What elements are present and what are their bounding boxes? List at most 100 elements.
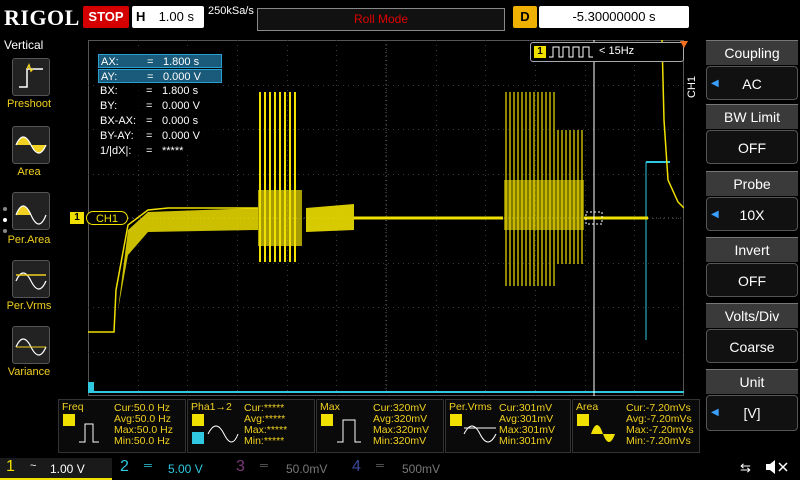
cursor-readout: AX: = 1.800 s AY: = 0.000 V BX: = 1.800 s BY: = 0.0… xyxy=(96,50,222,157)
invert-title: Invert xyxy=(706,237,798,262)
ch4-status[interactable]: 4 ═ 500mV xyxy=(346,458,458,478)
measure-min: Min:50.0 Hz xyxy=(114,435,171,447)
cursor-eq: = xyxy=(146,130,153,142)
cursor-eq: = xyxy=(146,100,153,112)
ch3-number: 3 xyxy=(236,458,245,475)
measure-title: Per.Vrms xyxy=(449,401,492,413)
channel-status-bar: 1 ~ 1.00 V 2 ═ 5.00 V 3 ═ 50.0mV 4 ═ 500… xyxy=(0,455,800,480)
probe-button[interactable]: ◀ 10X xyxy=(706,197,798,231)
cursor-key: AY: xyxy=(101,71,118,83)
delay-label[interactable]: D xyxy=(513,6,537,28)
area-button[interactable] xyxy=(12,126,50,164)
per-vrms-icon xyxy=(15,272,47,290)
ch2-status[interactable]: 2 ═ 5.00 V xyxy=(114,458,226,478)
cursor-key: AX: xyxy=(101,56,119,68)
cursor-value: 0.000 s xyxy=(162,115,199,127)
bw-limit-title: BW Limit xyxy=(706,104,798,129)
area-icon xyxy=(15,136,47,154)
rotate-arrow-icon: ◀ xyxy=(711,78,719,89)
run-stop-button[interactable]: STOP xyxy=(83,6,129,28)
measure-max[interactable]: Max Cur:320mV Avg:320mV Max:320mV Min:32… xyxy=(316,399,444,453)
cursor-key: BX: xyxy=(100,85,118,97)
dc-coupling-icon: ═ xyxy=(144,460,152,472)
per-vrms-measure-icon xyxy=(450,414,497,443)
area-label: Area xyxy=(17,166,41,178)
preshoot-label: Preshoot xyxy=(6,98,52,110)
measure-freq[interactable]: Freq Cur:50.0 Hz Avg:50.0 Hz Max:50.0 Hz… xyxy=(58,399,186,453)
ch4-scale: 500mV xyxy=(402,462,441,476)
pulse-trigger-icon xyxy=(549,46,593,58)
ch2-number: 2 xyxy=(120,458,129,475)
measure-menu: Vertical Preshoot Area Per.Area Per.Vrms… xyxy=(0,38,58,398)
variance-button[interactable] xyxy=(12,326,50,364)
cursor-value: 0.000 V xyxy=(163,71,201,83)
phase-icon xyxy=(192,414,239,444)
ch1-status[interactable]: 1 ~ 1.00 V xyxy=(0,458,112,480)
cursor-value: 0.000 V xyxy=(162,100,200,112)
per-area-button[interactable] xyxy=(12,192,50,230)
ch4-number: 4 xyxy=(352,458,361,475)
brand-logo: RIGOL xyxy=(4,5,80,30)
active-channel-label: CH1 xyxy=(686,75,698,98)
usb-icon: ⇆ xyxy=(740,460,751,475)
measure-per-vrms[interactable]: Per.Vrms Cur:301mV Avg:301mV Max:301mV M… xyxy=(445,399,571,453)
ac-coupling-icon: ~ xyxy=(30,460,37,472)
cursor-eq: = xyxy=(146,145,153,157)
cursor-row: AX: = 1.800 s xyxy=(98,54,222,68)
invert-button[interactable]: OFF xyxy=(706,263,798,297)
dc-coupling-icon: ═ xyxy=(376,460,384,472)
sample-rate: 250kSa/s xyxy=(208,5,254,17)
trigger-condition: < 15Hz xyxy=(599,45,635,57)
delay-value[interactable]: -5.30000000 s xyxy=(539,6,689,28)
coupling-button[interactable]: ◀ AC xyxy=(706,66,798,100)
bw-limit-button[interactable]: OFF xyxy=(706,130,798,164)
ch1-offset-marker[interactable]: 1 CH1 xyxy=(70,211,130,225)
variance-label: Variance xyxy=(7,366,51,378)
measure-area[interactable]: Area Cur:-7.20mVs Avg:-7.20mVs Max:-7.20… xyxy=(572,399,700,453)
timebase-indicator[interactable]: H 1.00 s xyxy=(132,6,204,28)
ch1-scale: 1.00 V xyxy=(50,462,85,476)
rotate-arrow-icon: ◀ xyxy=(711,209,719,220)
trigger-info[interactable]: 1 < 15Hz xyxy=(530,42,684,62)
cursor-key: BY: xyxy=(100,100,118,112)
acquisition-mode: Roll Mode xyxy=(257,8,505,31)
cursor-row: AY: = 0.000 V xyxy=(98,69,222,83)
probe-value: 10X xyxy=(739,207,765,223)
cursor-value: 0.000 V xyxy=(162,130,200,142)
ch3-scale: 50.0mV xyxy=(286,462,328,476)
freq-square-icon xyxy=(63,414,99,443)
cursor-row: BY: = 0.000 V xyxy=(98,99,222,113)
volts-div-value: Coarse xyxy=(729,339,775,355)
trigger-position-marker xyxy=(680,36,688,48)
ch2-scale: 5.00 V xyxy=(168,462,203,476)
preshoot-icon xyxy=(19,63,43,88)
per-area-icon xyxy=(15,205,47,225)
ch3-status[interactable]: 3 ═ 50.0mV xyxy=(230,458,342,478)
measure-menu-title: Vertical xyxy=(4,38,44,52)
trigger-source: 1 xyxy=(534,46,546,58)
preshoot-button[interactable] xyxy=(12,58,50,96)
coupling-value: AC xyxy=(742,76,762,92)
per-vrms-label: Per.Vrms xyxy=(6,300,52,312)
measure-title: Area xyxy=(576,401,599,413)
cursor-row: BX: = 1.800 s xyxy=(98,84,222,98)
volts-div-button[interactable]: Coarse xyxy=(706,329,798,363)
variance-icon xyxy=(15,338,47,356)
area-measure-icon xyxy=(577,414,615,442)
measure-title: Max xyxy=(320,401,340,413)
probe-title: Probe xyxy=(706,171,798,196)
cursor-key: BY-AY: xyxy=(100,130,134,142)
measure-title: Freq xyxy=(62,401,84,413)
per-vrms-button[interactable] xyxy=(12,260,50,298)
per-area-label: Per.Area xyxy=(7,234,51,246)
cursor-key: 1/|dX|: xyxy=(100,145,132,157)
rotate-arrow-icon: ◀ xyxy=(711,407,719,418)
ch1-number: 1 xyxy=(6,458,15,475)
unit-value: [V] xyxy=(743,405,761,421)
speaker-muted-icon[interactable] xyxy=(764,459,794,475)
top-status-bar: RIGOL STOP H 1.00 s 250kSa/s Roll Mode D… xyxy=(0,0,800,36)
measure-phase[interactable]: Pha1→2 Cur:***** Avg:***** Max:***** Min… xyxy=(187,399,315,453)
unit-button[interactable]: ◀ [V] xyxy=(706,395,798,431)
cursor-eq: = xyxy=(146,85,153,97)
max-icon xyxy=(321,414,361,443)
